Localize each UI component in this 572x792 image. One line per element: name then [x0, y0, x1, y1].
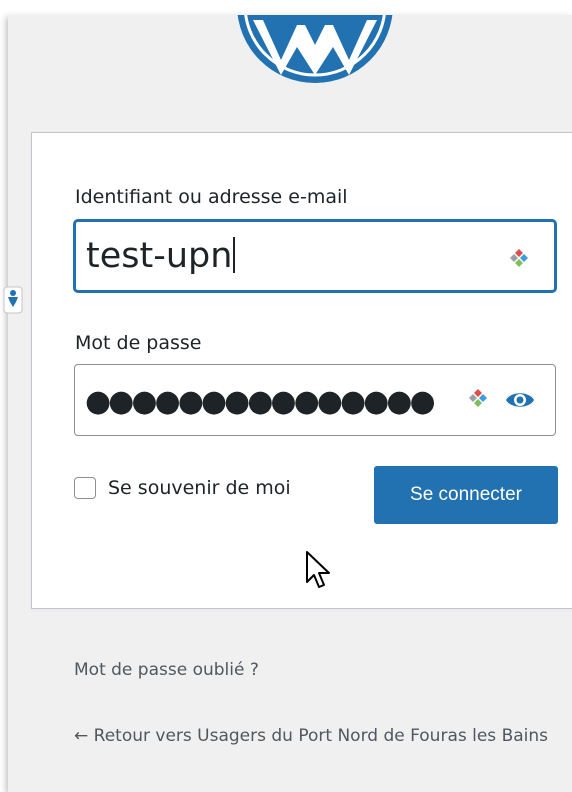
remember-checkbox[interactable] — [74, 477, 96, 499]
remember-me[interactable]: Se souvenir de moi — [74, 475, 291, 501]
password-manager-icon[interactable] — [469, 389, 487, 407]
password-dots: ●●●●●●●●●●●●●●● — [85, 384, 436, 419]
lost-password-link[interactable]: Mot de passe oublié ? — [74, 652, 259, 688]
username-label: Identifiant ou adresse e-mail — [75, 186, 348, 208]
remember-label[interactable]: Se souvenir de moi — [108, 477, 291, 499]
password-manager-icon[interactable] — [510, 249, 528, 267]
back-to-blog-link[interactable]: ← Retour vers Usagers du Port Nord de Fo… — [74, 718, 564, 754]
text-caret — [233, 237, 236, 273]
password-label: Mot de passe — [75, 332, 202, 354]
accessibility-icon[interactable] — [0, 285, 24, 315]
eye-icon[interactable] — [505, 389, 535, 411]
mouse-pointer-icon — [305, 550, 331, 590]
password-field[interactable]: ●●●●●●●●●●●●●●● — [74, 364, 556, 436]
submit-button[interactable]: Se connecter — [374, 466, 558, 524]
username-value: test-upn — [86, 236, 236, 276]
wordpress-logo-icon[interactable] — [235, 15, 395, 85]
login-page: Identifiant ou adresse e-mail test-upn M… — [0, 0, 572, 792]
username-field[interactable]: test-upn — [74, 220, 556, 292]
